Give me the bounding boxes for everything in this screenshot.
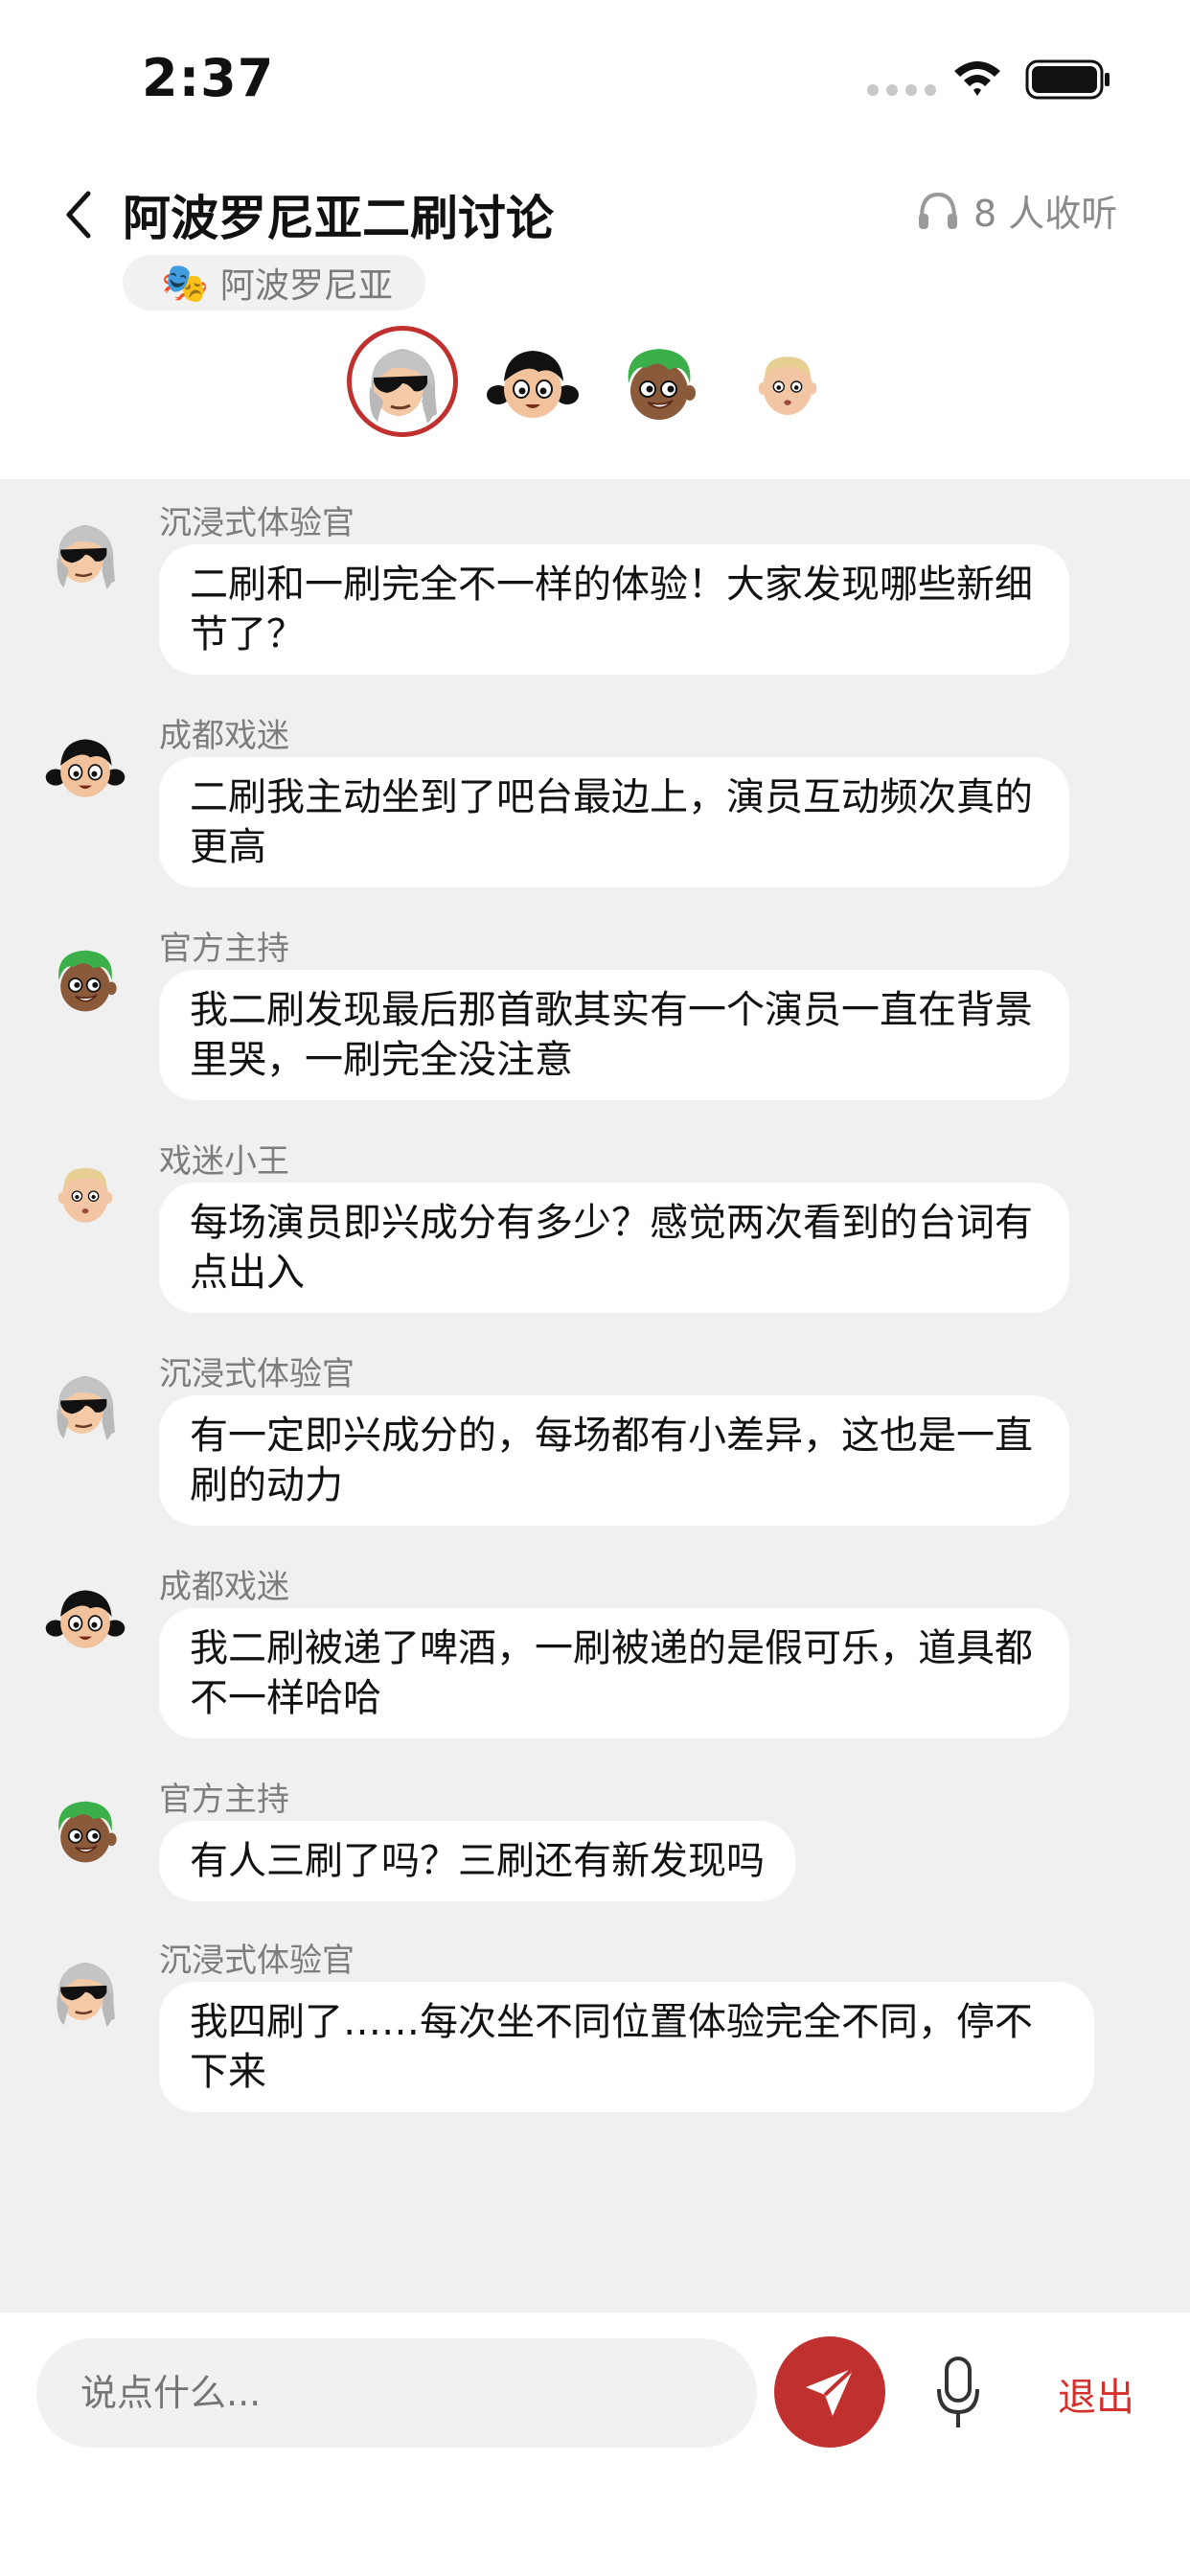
black-hair-girl-avatar[interactable] [44,1576,126,1658]
gray-hair-sunglasses-avatar[interactable] [44,512,126,594]
gray-hair-sunglasses-avatar[interactable] [44,1363,126,1445]
sender-name: 戏迷小王 [159,1142,289,1181]
green-hair-boy-avatar[interactable] [44,1788,126,1871]
message-bubble: 我二刷发现最后那首歌其实有一个演员一直在背景里哭，一刷完全没注意 [159,970,1069,1100]
message-bubble: 二刷和一刷完全不一样的体验！大家发现哪些新细节了？ [159,544,1069,675]
blond-kid-avatar[interactable] [44,1150,126,1232]
listener-count-label: 8 人收听 [973,193,1118,235]
status-time: 2:37 [142,48,275,108]
show-tag-label: 阿波罗尼亚 [219,266,393,306]
sender-name: 成都戏迷 [159,717,289,755]
sender-name: 沉浸式体验官 [159,504,355,542]
sender-name: 官方主持 [159,930,289,968]
message-input[interactable] [36,2338,757,2448]
participant-avatars [0,326,1190,450]
sender-name: 成都戏迷 [159,1568,289,1606]
microphone-icon[interactable] [931,2353,985,2433]
message-bubble: 我四刷了……每次坐不同位置体验完全不同，停不下来 [159,1982,1094,2112]
sender-name: 沉浸式体验官 [159,1942,355,1980]
green-hair-boy-avatar[interactable] [44,937,126,1020]
chat-messages[interactable]: 沉浸式体验官 二刷和一刷完全不一样的体验！大家发现哪些新细节了？ 成都戏迷 二刷… [0,479,1190,2312]
sender-name: 沉浸式体验官 [159,1355,355,1393]
message-bubble: 每场演员即兴成分有多少？感觉两次看到的台词有点出入 [159,1183,1069,1313]
status-bar: 2:37 [0,0,1190,144]
battery-icon [1025,59,1110,100]
black-hair-girl-avatar[interactable] [44,724,126,807]
send-button[interactable] [774,2336,885,2448]
participant-avatar-green-hair[interactable] [611,334,707,429]
participant-avatar-black-hair[interactable] [485,334,581,429]
show-tag[interactable]: 🎭 阿波罗尼亚 [123,255,425,310]
message-bubble: 二刷我主动坐到了吧台最边上，演员互动频次真的更高 [159,757,1069,887]
send-icon [806,2366,856,2416]
listener-count: 8 人收听 [916,184,1117,237]
room-title: 阿波罗尼亚二刷讨论 [123,191,554,246]
wifi-icon [954,61,1000,96]
theater-masks-icon: 🎭 [161,261,209,306]
participant-avatar-gray-hair[interactable] [355,334,450,429]
message-bubble: 有人三刷了吗？三刷还有新发现吗 [159,1821,795,1901]
room-header: 阿波罗尼亚二刷讨论 8 人收听 🎭 阿波罗尼亚 [0,144,1190,479]
message-bubble: 我二刷被递了啤酒，一刷被递的是假可乐，道具都不一样哈哈 [159,1608,1069,1738]
gray-hair-sunglasses-avatar[interactable] [44,1949,126,2032]
message-bubble: 有一定即兴成分的，每场都有小差异，这也是一直刷的动力 [159,1395,1069,1526]
back-button[interactable] [56,182,103,249]
message-input-bar: 退出 [0,2312,1190,2576]
exit-button[interactable]: 退出 [1058,2366,1134,2422]
sender-name: 官方主持 [159,1781,289,1819]
participant-avatar-blond[interactable] [744,337,832,426]
headphones-icon [919,192,957,229]
cellular-signal-icon [867,84,936,96]
